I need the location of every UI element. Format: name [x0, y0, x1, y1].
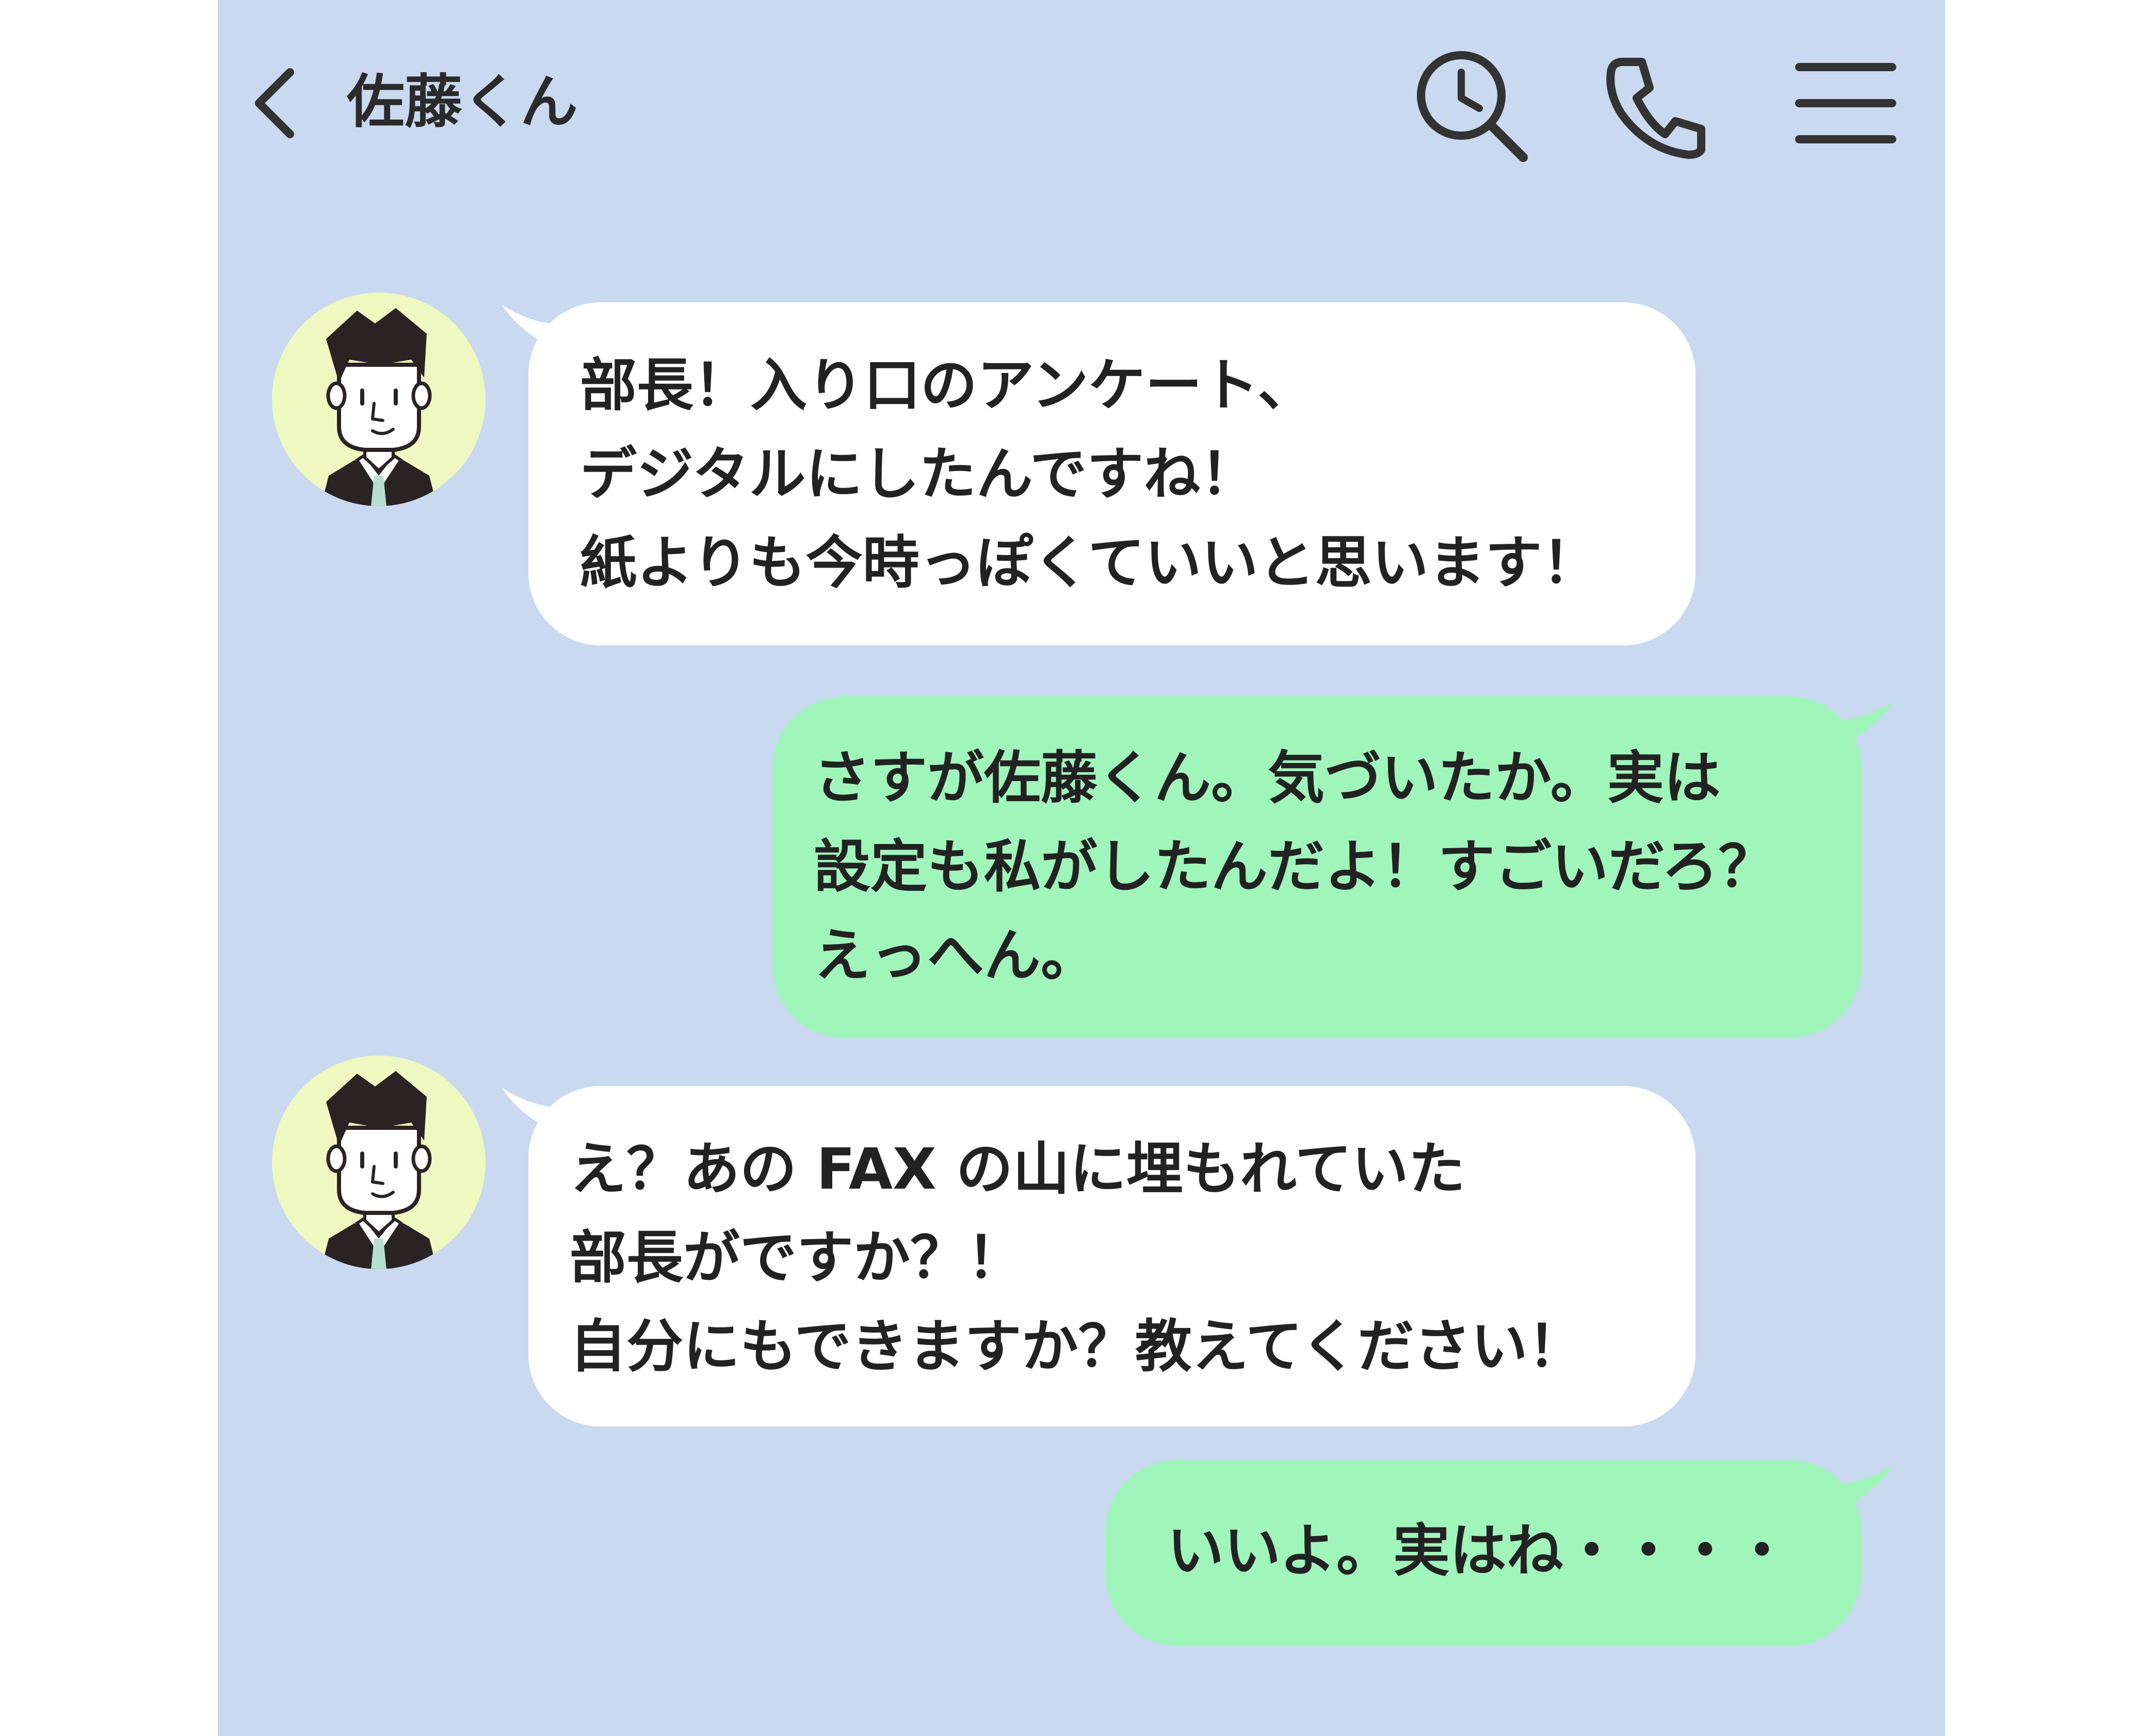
message-text-line: さすが佐藤くん。気づいたか。実は [814, 745, 1721, 811]
message-text-line: 紙よりも今時っぽくていいと思います！ [580, 530, 1599, 596]
message-text-line: いいよ。実はね・・・・ [1167, 1518, 1790, 1584]
outgoing-message-bubble[interactable]: さすが佐藤くん。気づいたか。実は 設定も私がしたんだよ！すごいだろ？ えっへん。 [772, 696, 1862, 1038]
message-text-line: 部長！入り口のアンケート、 [580, 352, 1315, 418]
message-text-line: 自分にもできますか？教えてください！ [570, 1313, 1585, 1380]
chevron-left-icon[interactable] [246, 64, 303, 142]
message-text-line: 部長がですか？！ [570, 1225, 1024, 1291]
message-text-line: えっへん。 [814, 922, 1097, 988]
phone-icon[interactable] [1601, 52, 1709, 160]
avatar[interactable] [272, 1056, 486, 1270]
message-text-line: え？あの FAX の山に埋もれていた [570, 1136, 1465, 1202]
hamburger-menu-icon[interactable] [1791, 57, 1900, 150]
avatar[interactable] [272, 293, 486, 507]
outgoing-message-bubble[interactable]: いいよ。実はね・・・・ [1105, 1460, 1862, 1646]
incoming-message-bubble[interactable]: え？あの FAX の山に埋もれていた 部長がですか？！ 自分にもできますか？教え… [528, 1086, 1696, 1426]
contact-name: 佐藤くん [347, 69, 578, 136]
search-history-icon[interactable] [1412, 46, 1531, 165]
message-text-line: 設定も私がしたんだよ！すごいだろ？ [814, 834, 1775, 900]
chat-header: 佐藤くん [218, 0, 1945, 206]
chat-screen: 佐藤くん 部長！入り口のアンケート、 デジタルにしたんですね！ 紙よりも今時っぽ… [218, 0, 1945, 1736]
message-text-line: デジタルにしたんですね！ [580, 441, 1257, 507]
incoming-message-bubble[interactable]: 部長！入り口のアンケート、 デジタルにしたんですね！ 紙よりも今時っぽくていいと… [528, 302, 1696, 645]
